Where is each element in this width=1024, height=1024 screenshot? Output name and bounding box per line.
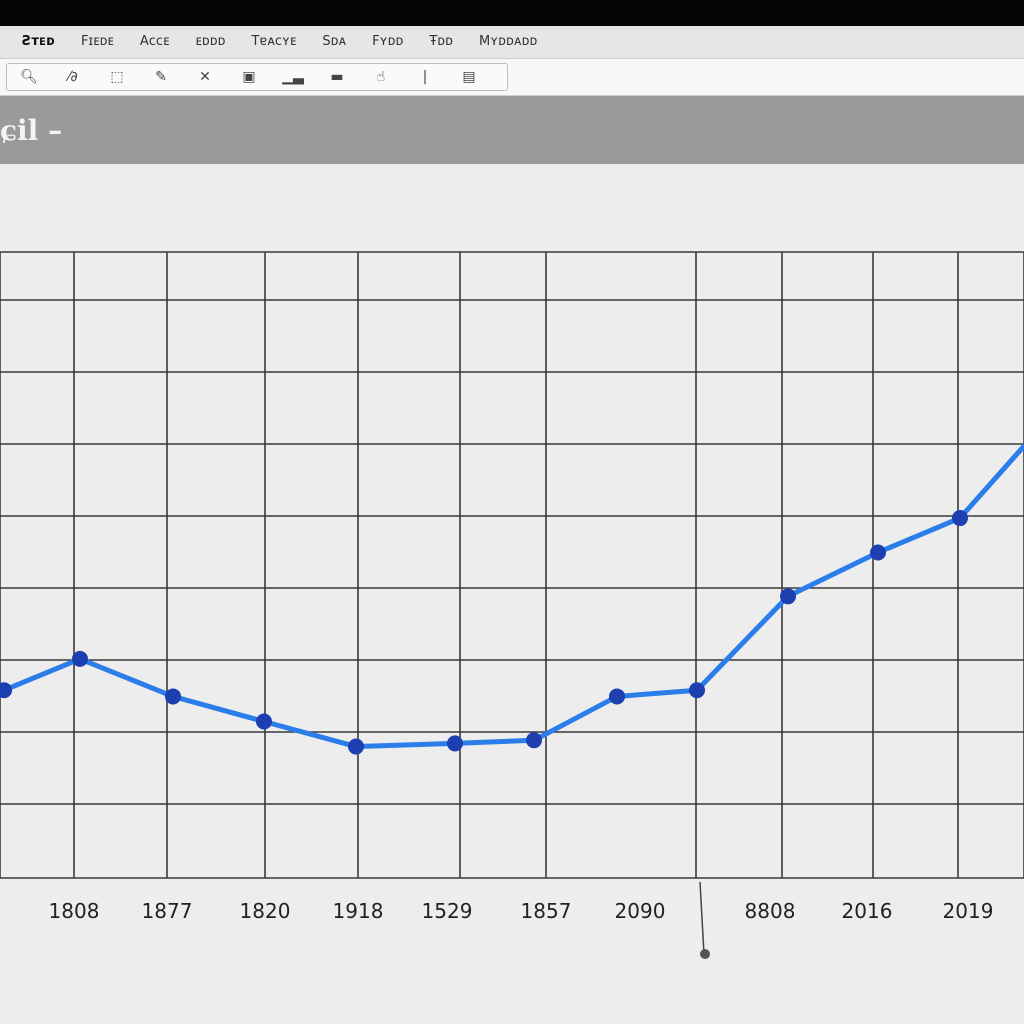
data-point [526, 732, 542, 749]
menu-app[interactable]: Ƨᴛᴇᴅ [16, 26, 61, 58]
toolbar-group: 🔍︎ ⁄∂ ⬚ ✎ ✕ ▣ ▁▃ ▬ ☝ | ▤ [6, 63, 508, 91]
x-tick-label: 1820 [240, 899, 291, 923]
x-tick-label: 1808 [49, 899, 100, 923]
edit-icon[interactable]: ✕ [183, 64, 227, 90]
data-point [348, 738, 364, 755]
brush-icon[interactable]: ✎ [139, 64, 183, 90]
chart-header: ɕil – [0, 96, 1024, 164]
screen-top-bar [0, 0, 1024, 26]
chart-title: ɕil – [0, 114, 63, 147]
menu-edit[interactable]: Aᴄᴄᴇ [134, 26, 176, 58]
folder-icon[interactable]: ▬ [315, 64, 359, 90]
x-tick-label: 1857 [521, 899, 572, 923]
data-point [689, 682, 705, 699]
x-tick-label: 8808 [745, 899, 796, 923]
menu-view[interactable]: ᴇᴅᴅᴅ [189, 26, 231, 58]
select-icon[interactable]: ⬚ [95, 64, 139, 90]
x-tick-label: 2019 [943, 899, 994, 923]
chart-area: 1808 1877 1820 1918 1529 1857 2090 8808 2016 2019 [0, 164, 1024, 1024]
x-tick-label: 1877 [142, 899, 193, 923]
app-window: Ƨᴛᴇᴅ Fɪᴇᴅᴇ Aᴄᴄᴇ ᴇᴅᴅᴅ Tɐᴀᴄʏᴇ Sᴅᴀ Fʏᴅᴅ Ŧᴅᴅ… [0, 0, 1024, 1024]
menu-bar: Ƨᴛᴇᴅ Fɪᴇᴅᴇ Aᴄᴄᴇ ᴇᴅᴅᴅ Tɐᴀᴄʏᴇ Sᴅᴀ Fʏᴅᴅ Ŧᴅᴅ… [0, 26, 1024, 59]
menu-format[interactable]: Sᴅᴀ [316, 26, 352, 58]
toolbar: 🔍︎ ⁄∂ ⬚ ✎ ✕ ▣ ▁▃ ▬ ☝ | ▤ [0, 59, 1024, 96]
cursor-line [699, 881, 705, 955]
chart-icon[interactable]: ▁▃ [271, 64, 315, 90]
line-chart: 1808 1877 1820 1918 1529 1857 2090 8808 2016 2019 [0, 251, 1024, 959]
pan-icon[interactable]: ⁄∂ [51, 64, 95, 90]
zoom-icon[interactable]: 🔍︎ [7, 64, 51, 90]
x-tick-label: 1529 [422, 899, 473, 923]
x-tick-label: 2016 [842, 899, 893, 923]
x-tick-label: 1918 [333, 899, 384, 923]
cursor-handle-icon [700, 949, 710, 959]
layers-icon[interactable]: ▤ [447, 64, 491, 90]
data-point [780, 588, 796, 605]
data-point [0, 682, 12, 699]
image-icon[interactable]: ▣ [227, 64, 271, 90]
data-point [256, 713, 272, 730]
data-point [72, 650, 88, 667]
x-tick-label: 2090 [615, 899, 666, 923]
menu-tools[interactable]: Fʏᴅᴅ [366, 26, 409, 58]
menu-insert[interactable]: Tɐᴀᴄʏᴇ [245, 26, 302, 58]
menu-help[interactable]: Mʏᴅᴅᴀᴅᴅ [473, 26, 543, 58]
series-line [1, 443, 1024, 750]
text-cursor-icon[interactable]: | [403, 64, 447, 90]
move-icon[interactable]: ☝ [359, 64, 403, 90]
data-point [447, 735, 463, 752]
data-point [609, 688, 625, 705]
data-point [870, 544, 886, 561]
data-point [952, 510, 968, 527]
menu-file[interactable]: Fɪᴇᴅᴇ [75, 26, 120, 58]
menu-window[interactable]: Ŧᴅᴅ [423, 26, 459, 58]
data-point [165, 688, 181, 705]
